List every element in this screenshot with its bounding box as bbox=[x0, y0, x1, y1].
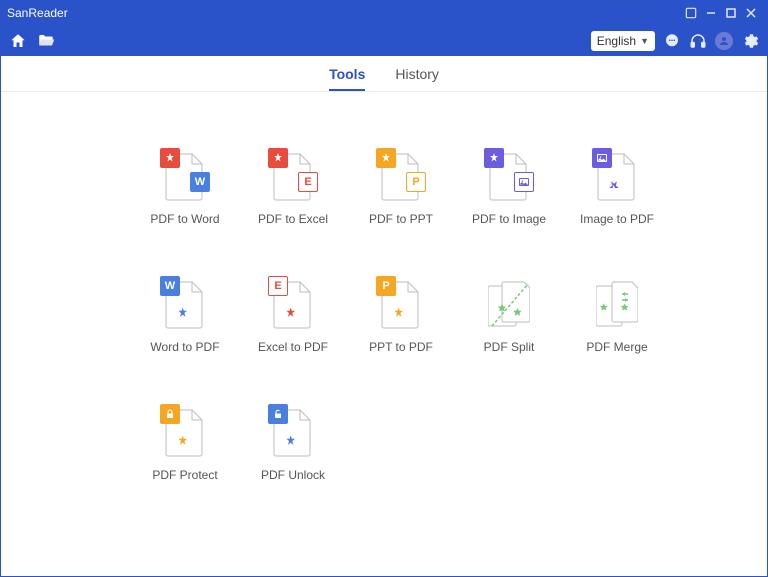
settings-icon[interactable] bbox=[741, 32, 759, 50]
close-button[interactable] bbox=[741, 3, 761, 23]
tool-pdf-unlock[interactable]: PDF Unlock bbox=[239, 408, 347, 536]
language-selector[interactable]: English ▼ bbox=[591, 31, 655, 51]
tool-image-to-pdf[interactable]: Image to PDF bbox=[563, 152, 671, 280]
tool-label: PDF to Excel bbox=[258, 212, 328, 226]
app-title: SanReader bbox=[7, 6, 681, 20]
tool-label: Word to PDF bbox=[150, 340, 219, 354]
chevron-down-icon: ▼ bbox=[640, 36, 649, 46]
tool-label: PDF Merge bbox=[586, 340, 647, 354]
image-badge-icon bbox=[514, 172, 534, 192]
pdf-badge-icon bbox=[268, 148, 288, 168]
main-toolbar: English ▼ bbox=[1, 25, 767, 56]
user-avatar[interactable] bbox=[715, 32, 733, 50]
tool-label: Image to PDF bbox=[580, 212, 654, 226]
image-badge-icon bbox=[592, 148, 612, 168]
maximize-button[interactable] bbox=[721, 3, 741, 23]
tool-word-to-pdf[interactable]: W Word to PDF bbox=[131, 280, 239, 408]
minimize-button[interactable] bbox=[701, 3, 721, 23]
tool-label: PDF to Image bbox=[472, 212, 546, 226]
ppt-badge-icon: P bbox=[376, 276, 396, 296]
tool-excel-to-pdf[interactable]: E Excel to PDF bbox=[239, 280, 347, 408]
word-badge-icon: W bbox=[160, 276, 180, 296]
merge-icon bbox=[596, 280, 638, 330]
pdf-badge-icon bbox=[376, 148, 396, 168]
tools-grid: W PDF to Word E PDF to Excel P PDF to PP… bbox=[131, 152, 767, 536]
tool-pdf-to-excel[interactable]: E PDF to Excel bbox=[239, 152, 347, 280]
tool-label: PDF to PPT bbox=[369, 212, 433, 226]
tool-pdf-split[interactable]: PDF Split bbox=[455, 280, 563, 408]
tool-pdf-to-ppt[interactable]: P PDF to PPT bbox=[347, 152, 455, 280]
headphones-icon[interactable] bbox=[689, 32, 707, 50]
language-label: English bbox=[597, 34, 636, 48]
tool-label: PDF to Word bbox=[150, 212, 219, 226]
tool-label: PDF Protect bbox=[152, 468, 217, 482]
tab-strip: Tools History bbox=[1, 56, 767, 92]
chat-icon[interactable] bbox=[663, 32, 681, 50]
open-file-button[interactable] bbox=[37, 32, 55, 50]
tool-pdf-merge[interactable]: PDF Merge bbox=[563, 280, 671, 408]
lock-icon bbox=[160, 404, 180, 424]
tool-pdf-to-word[interactable]: W PDF to Word bbox=[131, 152, 239, 280]
tool-label: PDF Split bbox=[484, 340, 535, 354]
excel-badge-icon: E bbox=[298, 172, 318, 192]
split-icon bbox=[488, 280, 530, 330]
tool-label: Excel to PDF bbox=[258, 340, 328, 354]
excel-badge-icon: E bbox=[268, 276, 288, 296]
tool-pdf-protect[interactable]: PDF Protect bbox=[131, 408, 239, 536]
unlock-icon bbox=[268, 404, 288, 424]
pdf-badge-icon bbox=[160, 148, 180, 168]
tool-ppt-to-pdf[interactable]: P PPT to PDF bbox=[347, 280, 455, 408]
home-button[interactable] bbox=[9, 32, 27, 50]
pin-icon[interactable] bbox=[681, 3, 701, 23]
tool-pdf-to-image[interactable]: PDF to Image bbox=[455, 152, 563, 280]
pdf-badge-icon bbox=[484, 148, 504, 168]
tool-label: PDF Unlock bbox=[261, 468, 325, 482]
word-badge-icon: W bbox=[190, 172, 210, 192]
title-bar: SanReader bbox=[1, 1, 767, 25]
tab-history[interactable]: History bbox=[395, 58, 439, 90]
ppt-badge-icon: P bbox=[406, 172, 426, 192]
tools-content: W PDF to Word E PDF to Excel P PDF to PP… bbox=[1, 92, 767, 536]
tab-tools[interactable]: Tools bbox=[329, 58, 365, 90]
tool-label: PPT to PDF bbox=[369, 340, 433, 354]
